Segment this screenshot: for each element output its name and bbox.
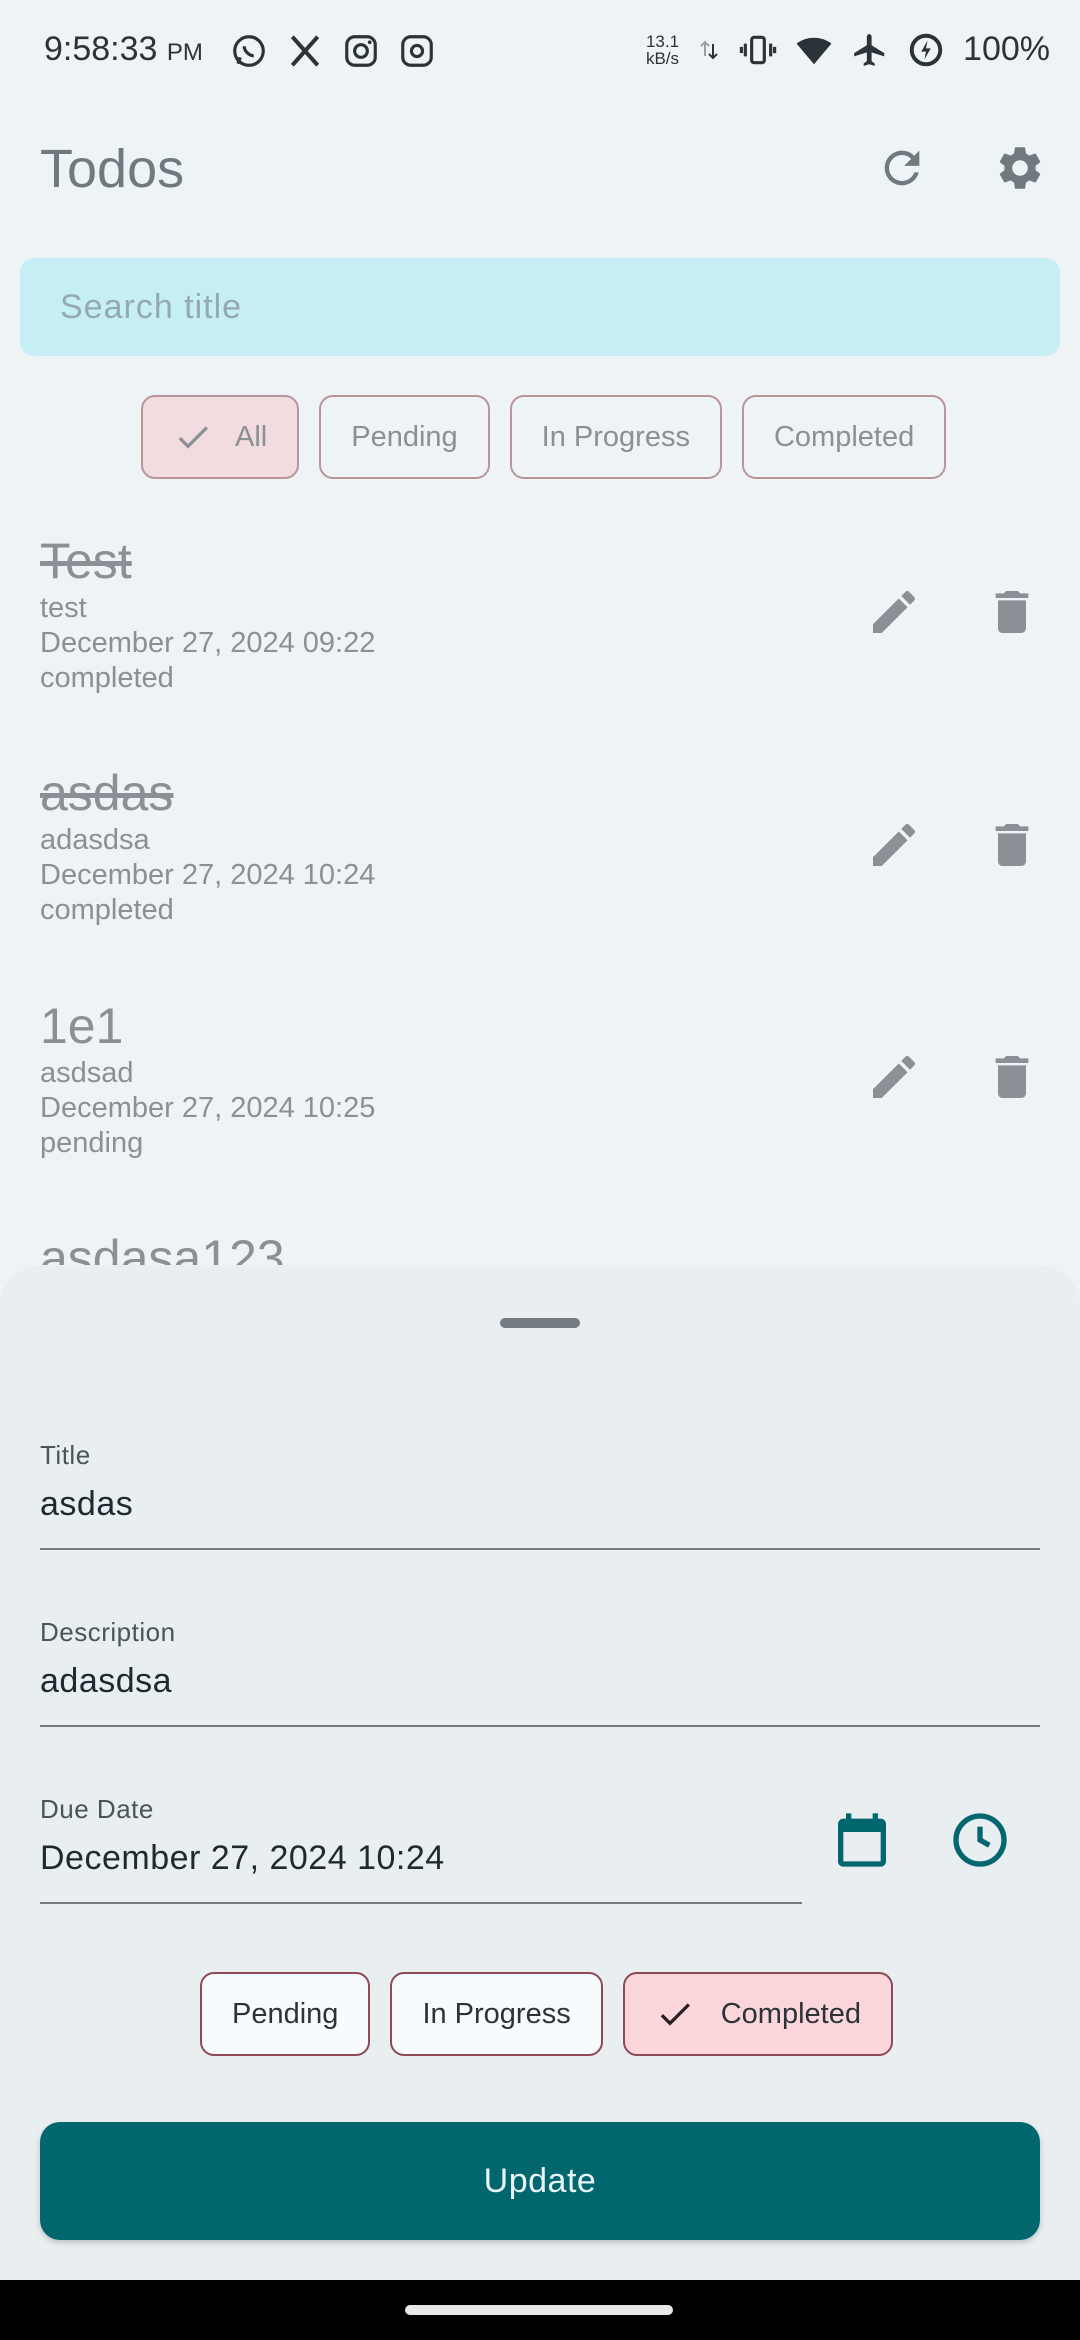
instagram-icon <box>345 35 377 67</box>
todo-status: completed <box>40 894 174 926</box>
status-chip-pending[interactable]: Pending <box>200 1972 371 2056</box>
delete-icon[interactable] <box>984 817 1040 873</box>
drag-handle[interactable] <box>500 1318 580 1328</box>
description-value[interactable]: adasdsa <box>40 1662 1040 1701</box>
threads-icon <box>401 35 433 67</box>
status-bar: 9:58:33 PM 13.1 kB/s 100% <box>0 0 1080 104</box>
filter-chip-in-progress[interactable]: In Progress <box>509 395 722 479</box>
home-gesture-handle[interactable] <box>405 2305 673 2315</box>
due-date-label: Due Date <box>40 1794 154 1824</box>
filter-chips: All Pending In Progress Completed <box>141 395 947 479</box>
status-chip-in-progress[interactable]: In Progress <box>390 1972 603 2056</box>
filter-chip-all[interactable]: All <box>141 395 300 479</box>
edit-icon[interactable] <box>866 1049 922 1105</box>
due-date-underline <box>40 1902 802 1904</box>
x-icon <box>290 35 320 67</box>
due-date-value[interactable]: December 27, 2024 10:24 <box>40 1839 802 1878</box>
navigation-bar <box>0 2280 1080 2340</box>
refresh-button[interactable] <box>872 138 932 198</box>
todo-status: completed <box>40 662 174 694</box>
system-icons: 13.1 kB/s 100% <box>646 30 1050 69</box>
todo-status: pending <box>40 1127 144 1159</box>
data-arrows-icon <box>700 40 718 59</box>
todo-title: 1e1 <box>40 998 124 1054</box>
gear-icon <box>999 147 1041 189</box>
todo-actions <box>866 817 1040 873</box>
title-label: Title <box>40 1440 91 1470</box>
page-title: Todos <box>40 139 185 199</box>
edit-icon[interactable] <box>866 584 922 640</box>
refresh-icon <box>884 150 920 186</box>
calendar-icon[interactable] <box>830 1808 894 1872</box>
check-icon <box>178 426 208 449</box>
status-chip-completed[interactable]: Completed <box>622 1972 893 2056</box>
vibrate-icon <box>739 35 777 64</box>
todo-actions <box>866 584 1040 640</box>
title-underline <box>40 1548 1040 1550</box>
airplane-icon <box>854 33 885 66</box>
description-field[interactable]: Description adasdsa <box>40 1617 1040 1701</box>
edit-bottom-sheet: Title asdas Description adasdsa Due Date… <box>0 1265 1080 2280</box>
whatsapp-icon <box>233 35 265 67</box>
clock-icon[interactable] <box>948 1808 1012 1872</box>
todo-title: asdas <box>40 765 174 821</box>
status-time: 9:58:33 PM <box>44 30 203 68</box>
battery-level: 100% <box>963 30 1050 68</box>
filter-chip-completed[interactable]: Completed <box>741 395 947 479</box>
search-input[interactable] <box>60 287 1060 327</box>
network-speed: 13.1 kB/s <box>645 31 680 68</box>
edit-icon[interactable] <box>866 817 922 873</box>
notification-icons <box>230 32 436 70</box>
search-bar[interactable] <box>20 258 1060 356</box>
filter-chip-pending[interactable]: Pending <box>319 395 490 479</box>
wifi-icon <box>796 37 832 64</box>
todo-actions <box>866 1049 1040 1105</box>
settings-button[interactable] <box>990 138 1050 198</box>
todo-title: Test <box>40 533 132 589</box>
description-label: Description <box>40 1617 176 1647</box>
title-field[interactable]: Title asdas <box>40 1440 1040 1524</box>
title-value[interactable]: asdas <box>40 1485 1040 1524</box>
due-date-field[interactable]: Due Date December 27, 2024 10:24 <box>40 1794 802 1878</box>
delete-icon[interactable] <box>984 1049 1040 1105</box>
delete-icon[interactable] <box>984 584 1040 640</box>
battery-saver-icon <box>909 33 943 66</box>
update-button[interactable]: Update <box>40 2122 1040 2240</box>
check-icon <box>660 2003 690 2026</box>
status-chips: Pending In Progress Completed <box>200 1972 893 2056</box>
description-underline <box>40 1725 1040 1727</box>
